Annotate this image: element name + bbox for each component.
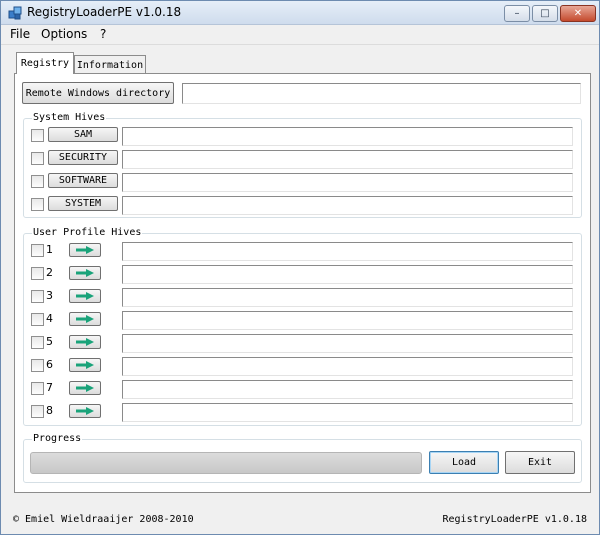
system-checkbox[interactable] [31, 198, 44, 211]
close-button[interactable]: ✕ [560, 5, 596, 22]
user-hive-2-number: 2 [46, 266, 53, 279]
user-hive-8-checkbox[interactable] [31, 405, 44, 418]
right-arrow-icon [76, 338, 94, 346]
registry-tab-panel: Remote Windows directory System Hives SA… [14, 73, 591, 493]
right-arrow-icon [76, 269, 94, 277]
right-arrow-icon [76, 361, 94, 369]
progress-bar [30, 452, 422, 474]
window-title: RegistryLoaderPE v1.0.18 [27, 5, 182, 19]
menu-bar: File Options ? [1, 25, 599, 45]
user-hive-4-browse-button[interactable] [69, 312, 101, 326]
security-button[interactable]: SECURITY [48, 150, 118, 165]
registry-cubes-icon [8, 6, 22, 20]
tab-registry[interactable]: Registry [16, 52, 74, 74]
user-hive-7-path-field[interactable] [122, 380, 573, 399]
user-hive-5-path-field[interactable] [122, 334, 573, 353]
sam-path-field[interactable] [122, 127, 573, 146]
user-hive-8-path-field[interactable] [122, 403, 573, 422]
maximize-button[interactable]: □ [532, 5, 558, 22]
user-hive-7-checkbox[interactable] [31, 382, 44, 395]
user-hive-3-number: 3 [46, 289, 53, 302]
menu-options[interactable]: Options [41, 27, 87, 41]
software-button[interactable]: SOFTWARE [48, 173, 118, 188]
user-hive-8-number: 8 [46, 404, 53, 417]
tab-information[interactable]: Information [74, 55, 146, 75]
user-hive-4-number: 4 [46, 312, 53, 325]
app-window: RegistryLoaderPE v1.0.18 – □ ✕ File Opti… [0, 0, 600, 535]
user-hive-6-number: 6 [46, 358, 53, 371]
remote-windows-directory-field[interactable] [182, 83, 581, 104]
user-hive-1-number: 1 [46, 243, 53, 256]
minimize-button[interactable]: – [504, 5, 530, 22]
exit-button[interactable]: Exit [505, 451, 575, 474]
user-hive-5-browse-button[interactable] [69, 335, 101, 349]
remote-windows-directory-button[interactable]: Remote Windows directory [22, 82, 174, 104]
user-hive-5-number: 5 [46, 335, 53, 348]
menu-file[interactable]: File [10, 27, 30, 41]
software-path-field[interactable] [122, 173, 573, 192]
version-text: RegistryLoaderPE v1.0.18 [442, 514, 588, 525]
copyright-text: © Emiel Wieldraaijer 2008-2010 [13, 514, 194, 525]
user-hive-2-browse-button[interactable] [69, 266, 101, 280]
user-hive-8-browse-button[interactable] [69, 404, 101, 418]
user-hive-6-path-field[interactable] [122, 357, 573, 376]
right-arrow-icon [76, 384, 94, 392]
right-arrow-icon [76, 407, 94, 415]
right-arrow-icon [76, 315, 94, 323]
system-hives-group: System Hives SAM SECURITY SOFTWARE SYSTE… [23, 112, 582, 218]
user-hive-1-browse-button[interactable] [69, 243, 101, 257]
progress-group: Progress Load Exit [23, 433, 582, 483]
title-bar[interactable]: RegistryLoaderPE v1.0.18 – □ ✕ [1, 1, 599, 25]
system-button[interactable]: SYSTEM [48, 196, 118, 211]
user-hive-4-path-field[interactable] [122, 311, 573, 330]
system-hives-label: System Hives [32, 112, 107, 124]
menu-help[interactable]: ? [100, 27, 106, 41]
system-path-field[interactable] [122, 196, 573, 215]
load-button[interactable]: Load [429, 451, 499, 474]
user-hive-7-browse-button[interactable] [69, 381, 101, 395]
user-hive-2-path-field[interactable] [122, 265, 573, 284]
user-hive-1-path-field[interactable] [122, 242, 573, 261]
user-profile-hives-group: User Profile Hives 1 2 3 4 5 6 7 8 [23, 227, 582, 426]
user-hive-3-browse-button[interactable] [69, 289, 101, 303]
software-checkbox[interactable] [31, 175, 44, 188]
sam-checkbox[interactable] [31, 129, 44, 142]
user-profile-hives-label: User Profile Hives [32, 227, 143, 239]
user-hive-5-checkbox[interactable] [31, 336, 44, 349]
security-path-field[interactable] [122, 150, 573, 169]
user-hive-7-number: 7 [46, 381, 53, 394]
user-hive-1-checkbox[interactable] [31, 244, 44, 257]
user-hive-6-browse-button[interactable] [69, 358, 101, 372]
user-hive-4-checkbox[interactable] [31, 313, 44, 326]
right-arrow-icon [76, 292, 94, 300]
user-hive-2-checkbox[interactable] [31, 267, 44, 280]
right-arrow-icon [76, 246, 94, 254]
progress-label: Progress [32, 433, 83, 445]
user-hive-6-checkbox[interactable] [31, 359, 44, 372]
user-hive-3-path-field[interactable] [122, 288, 573, 307]
sam-button[interactable]: SAM [48, 127, 118, 142]
user-hive-3-checkbox[interactable] [31, 290, 44, 303]
security-checkbox[interactable] [31, 152, 44, 165]
